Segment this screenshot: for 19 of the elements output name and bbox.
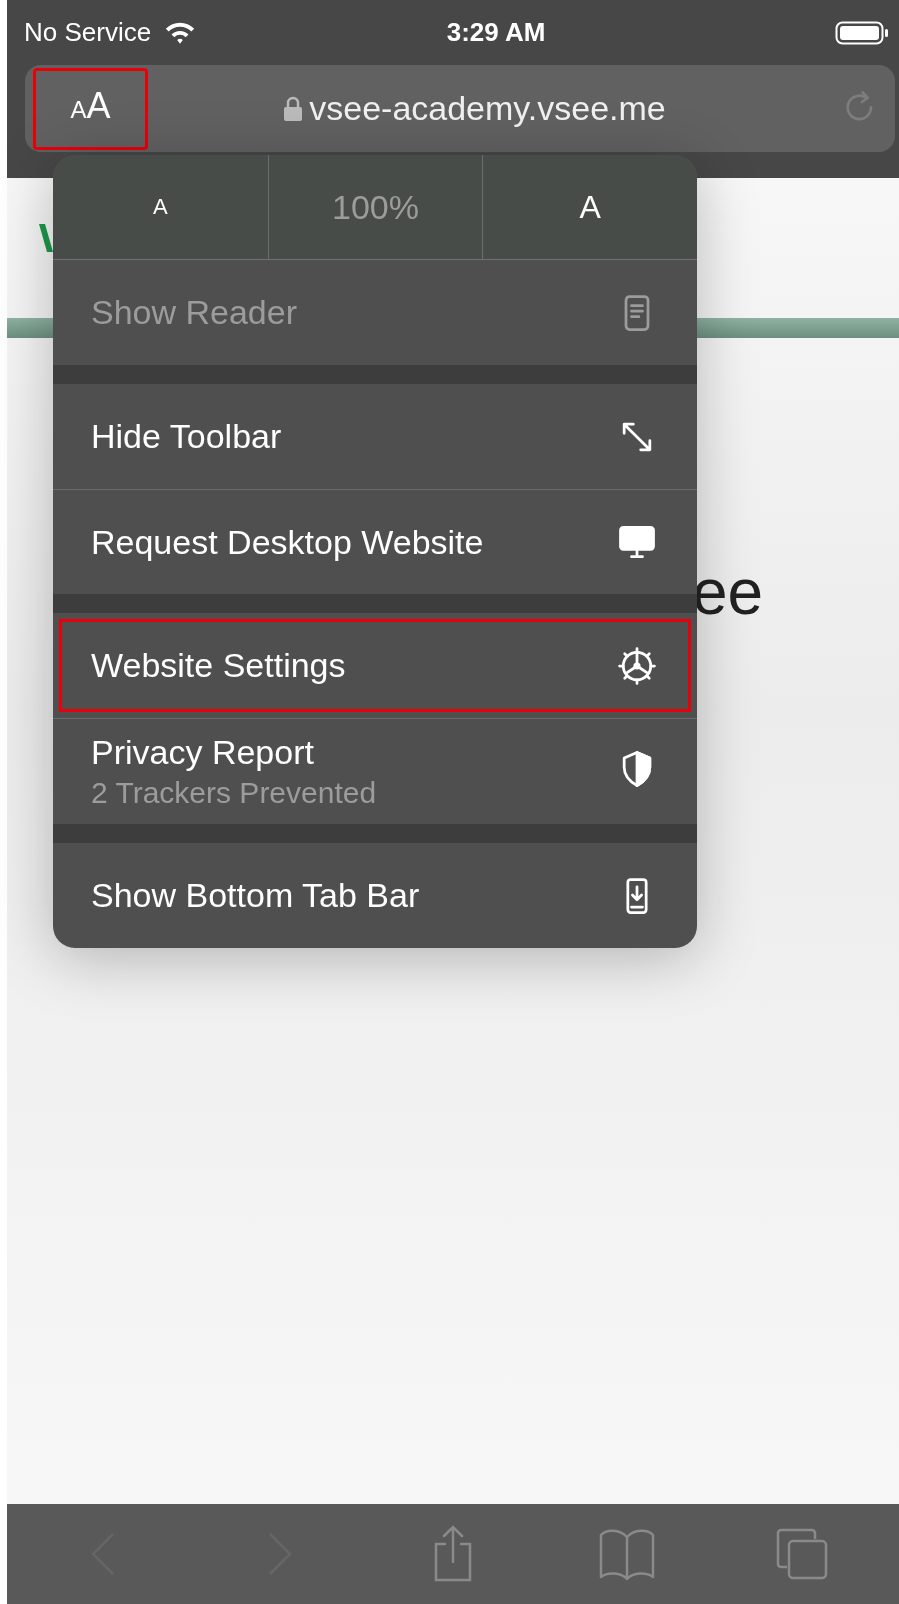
menu-item-label: Website Settings	[91, 646, 347, 685]
increase-text-button[interactable]: A	[482, 155, 697, 259]
menu-item-subtitle: 2 Trackers Prevented	[91, 776, 378, 810]
menu-item[interactable]: Show Bottom Tab Bar	[53, 843, 697, 948]
menu-item[interactable]: Hide Toolbar	[53, 384, 697, 489]
menu-item-label: Hide Toolbar	[91, 417, 283, 456]
time-text: 3:29 AM	[445, 17, 547, 48]
battery-icon	[835, 19, 889, 46]
menu-item-label: Show Reader	[91, 293, 298, 332]
menu-item-label: Privacy Report	[91, 733, 315, 772]
text-size-button[interactable]: AA	[33, 67, 148, 150]
url-text: vsee-academy.vsee.me	[309, 89, 666, 128]
address-bar[interactable]: AA vsee-academy.vsee.me	[25, 65, 895, 152]
decrease-text-button[interactable]: A	[53, 155, 268, 259]
lock-icon	[283, 95, 304, 122]
menu-item-label: Request Desktop Website	[91, 522, 485, 562]
carrier-text: No Service	[24, 17, 152, 48]
logo-mark-icon	[39, 224, 55, 252]
menu-item-label: Show Bottom Tab Bar	[91, 876, 421, 915]
